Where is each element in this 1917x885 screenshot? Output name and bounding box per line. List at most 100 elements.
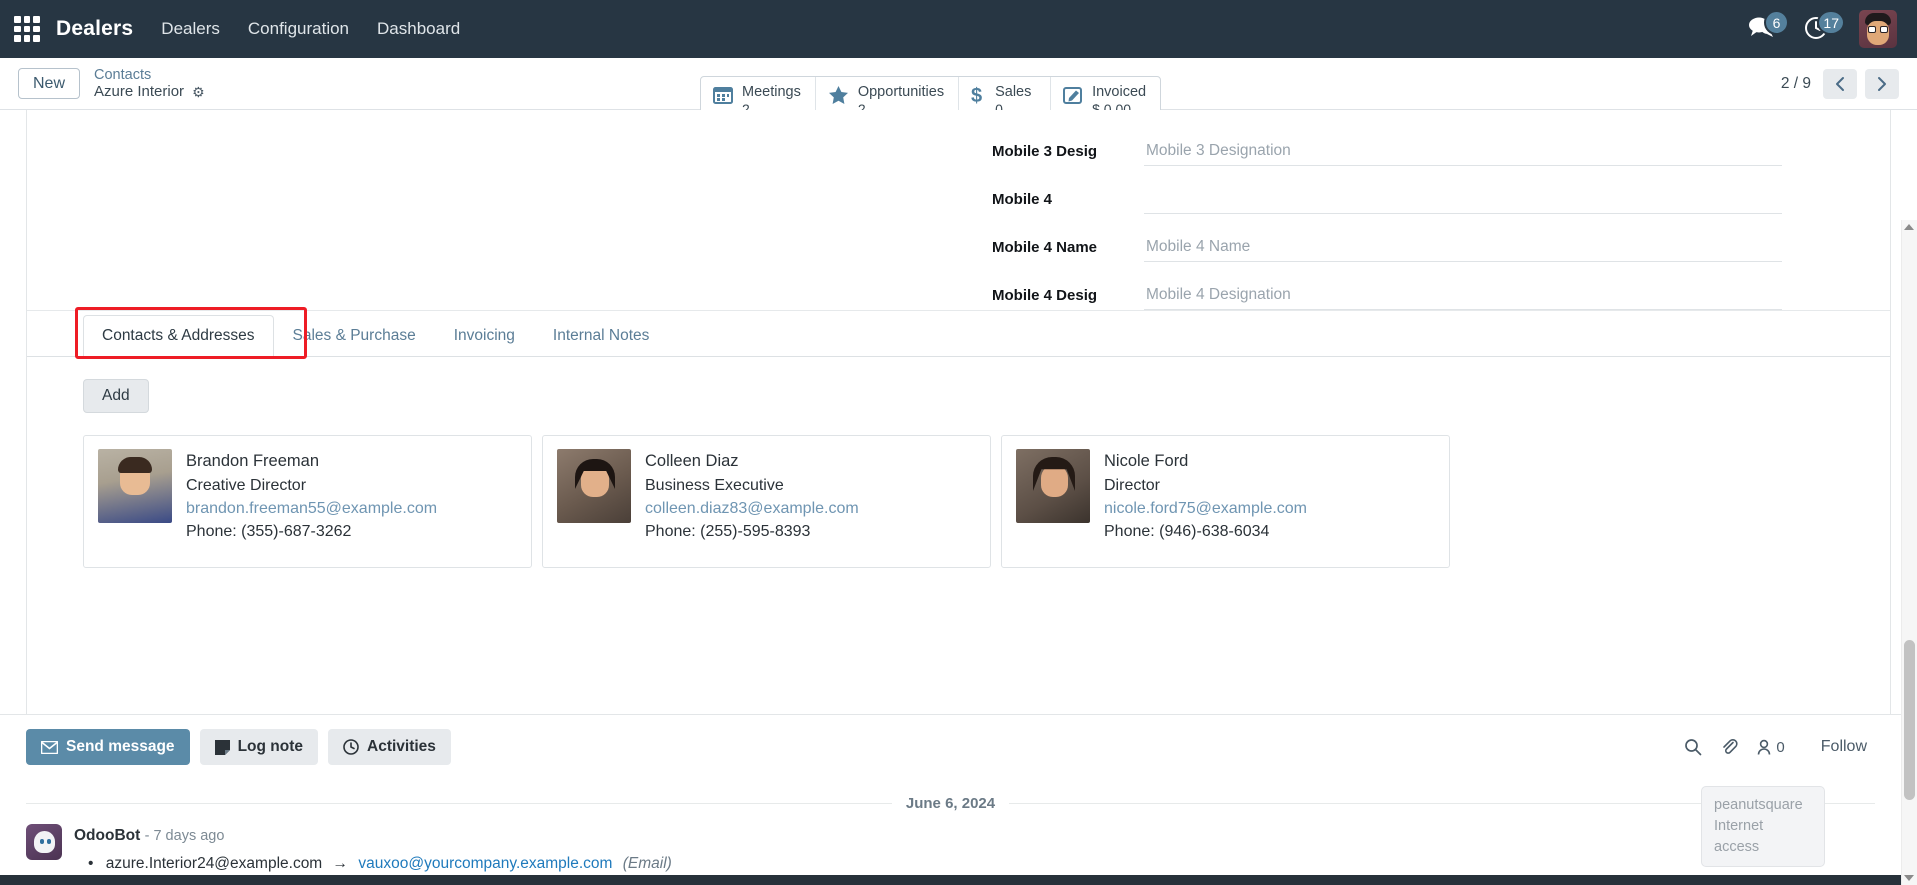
field-input-mobile4-name[interactable] <box>1144 235 1782 262</box>
dollar-icon: $ <box>971 85 986 111</box>
contact-card[interactable]: Nicole Ford Director nicole.ford75@examp… <box>1001 435 1450 568</box>
send-message-button[interactable]: Send message <box>26 729 190 765</box>
activities-count-badge: 17 <box>1817 10 1845 35</box>
date-separator-label: June 6, 2024 <box>905 795 996 812</box>
followers-button[interactable]: 0 <box>1756 738 1785 756</box>
record-title: Azure Interior <box>94 83 185 101</box>
gear-icon[interactable]: ⚙ <box>192 85 205 99</box>
browser-tooltip: peanutsquare Internet access <box>1701 785 1825 867</box>
pager-previous-button[interactable] <box>1823 68 1857 99</box>
field-label-mobile4-name: Mobile 4 Name <box>992 239 1098 256</box>
breadcrumb-parent-contacts[interactable]: Contacts <box>94 67 205 84</box>
contact-phone: Phone: (946)-638-6034 <box>1104 523 1270 541</box>
field-row-mobile3-designation: Mobile 3 Desig <box>992 118 1782 166</box>
chatter-toolbar: Send message Log note Activities 0 Follo… <box>0 715 1901 777</box>
tooltip-line-1: peanutsquare <box>1714 796 1803 813</box>
apps-grid-icon[interactable] <box>14 16 40 42</box>
pencil-square-icon <box>1063 85 1083 110</box>
pager: 2 / 9 <box>1780 68 1899 99</box>
tab-sales-purchase[interactable]: Sales & Purchase <box>274 315 435 357</box>
contact-job-title: Business Executive <box>645 476 784 494</box>
contact-card[interactable]: Brandon Freeman Creative Director brando… <box>83 435 532 568</box>
contact-photo <box>1016 449 1090 523</box>
field-input-mobile4-designation[interactable] <box>1144 283 1782 310</box>
field-row-mobile4-designation: Mobile 4 Desig <box>992 262 1782 310</box>
activities-label: Activities <box>367 738 436 755</box>
envelope-icon <box>41 740 58 754</box>
pager-count: 2 / 9 <box>1780 74 1811 92</box>
contact-email[interactable]: nicole.ford75@example.com <box>1104 497 1307 520</box>
search-icon[interactable] <box>1684 738 1702 756</box>
message-timestamp: - 7 days ago <box>144 828 225 844</box>
tab-contacts-addresses[interactable]: Contacts & Addresses <box>83 315 274 357</box>
scroll-down-arrow-icon[interactable] <box>1904 875 1914 881</box>
notebook-tab-list: Contacts & Addresses Sales & Purchase In… <box>27 307 1890 359</box>
tracking-new-value[interactable]: vauxoo@yourcompany.example.com <box>358 855 612 872</box>
field-input-mobile4[interactable] <box>1144 187 1782 214</box>
contact-name: Colleen Diaz <box>645 452 739 470</box>
new-button[interactable]: New <box>18 67 81 100</box>
arrow-right-icon: → <box>332 854 349 872</box>
stat-label-invoiced: Invoiced <box>1092 84 1147 100</box>
contact-name: Brandon Freeman <box>186 452 319 470</box>
window-bottom-strip <box>0 875 1901 885</box>
avatar[interactable] <box>1859 10 1897 48</box>
stat-label-opportunities: Opportunities <box>857 84 945 100</box>
tracking-old-value: azure.Interior24@example.com <box>105 854 323 872</box>
user-icon <box>1758 739 1771 755</box>
field-label-mobile4-designation: Mobile 4 Desig <box>992 287 1098 304</box>
star-icon <box>828 85 849 110</box>
navbar-right-group: 6 17 <box>1747 10 1897 48</box>
pager-next-button[interactable] <box>1865 68 1899 99</box>
field-input-mobile3-designation[interactable] <box>1144 139 1782 166</box>
app-brand-title[interactable]: Dealers <box>56 17 133 41</box>
paperclip-icon[interactable] <box>1720 738 1738 756</box>
message-date-separator: June 6, 2024 <box>0 777 1901 816</box>
contact-email[interactable]: brandon.freeman55@example.com <box>186 497 437 520</box>
add-contact-button[interactable]: Add <box>83 379 149 413</box>
stat-label-meetings: Meetings <box>742 84 801 100</box>
followers-count: 0 <box>1776 738 1785 756</box>
activities-button[interactable]: 17 <box>1803 10 1845 44</box>
log-note-button[interactable]: Log note <box>199 729 318 765</box>
contact-photo <box>98 449 172 523</box>
navbar-menu: Dealers Configuration Dashboard <box>161 19 460 39</box>
notebook: Contacts & Addresses Sales & Purchase In… <box>27 307 1890 578</box>
tab-page-contacts-addresses: Add Brandon Freeman Creative Director br… <box>27 357 1890 578</box>
nav-item-dashboard[interactable]: Dashboard <box>377 19 460 39</box>
log-note-label: Log note <box>237 738 303 755</box>
field-label-mobile3-designation: Mobile 3 Desig <box>992 143 1098 160</box>
send-message-label: Send message <box>66 738 175 755</box>
messages-button[interactable]: 6 <box>1747 10 1789 44</box>
nav-item-dealers[interactable]: Dealers <box>161 19 220 39</box>
control-panel: New Contacts Azure Interior ⚙ Meetings O… <box>0 58 1917 122</box>
scrollbar-thumb[interactable] <box>1904 640 1915 800</box>
messages-count-badge: 6 <box>1764 10 1789 35</box>
contact-card[interactable]: Colleen Diaz Business Executive colleen.… <box>542 435 991 568</box>
chatter: Send message Log note Activities 0 Follo… <box>0 714 1901 875</box>
tab-invoicing[interactable]: Invoicing <box>435 315 534 357</box>
activities-button[interactable]: Activities <box>328 729 451 765</box>
follow-button[interactable]: Follow <box>1821 738 1867 756</box>
message-tracking-line: • azure.Interior24@example.com → vauxoo@… <box>74 852 672 875</box>
scroll-up-arrow-icon[interactable] <box>1904 224 1914 230</box>
top-navbar: Dealers Dealers Configuration Dashboard … <box>0 0 1917 58</box>
stat-label-sales: Sales <box>995 84 1032 100</box>
chatter-right-tools: 0 Follow <box>1684 738 1875 756</box>
odoobot-avatar <box>26 824 62 860</box>
form-sheet-area: Mobile 3 Desig Mobile 4 Mobile 4 Name Mo… <box>0 110 1917 885</box>
nav-item-configuration[interactable]: Configuration <box>248 19 349 39</box>
note-icon <box>214 739 230 755</box>
clock-circle-icon <box>343 739 359 755</box>
contact-card-list: Brandon Freeman Creative Director brando… <box>83 435 1834 568</box>
field-row-mobile4-name: Mobile 4 Name <box>992 214 1782 262</box>
contact-email[interactable]: colleen.diaz83@example.com <box>645 497 859 520</box>
form-top-fields: Mobile 3 Desig Mobile 4 Mobile 4 Name Mo… <box>27 110 1890 310</box>
vertical-scrollbar[interactable] <box>1901 220 1917 885</box>
chevron-left-icon <box>1836 76 1844 91</box>
tab-internal-notes[interactable]: Internal Notes <box>534 315 669 357</box>
field-row-mobile4: Mobile 4 <box>992 166 1782 214</box>
contact-name: Nicole Ford <box>1104 452 1189 470</box>
message-author: OdooBot <box>74 827 141 844</box>
contact-phone: Phone: (255)-595-8393 <box>645 523 811 541</box>
